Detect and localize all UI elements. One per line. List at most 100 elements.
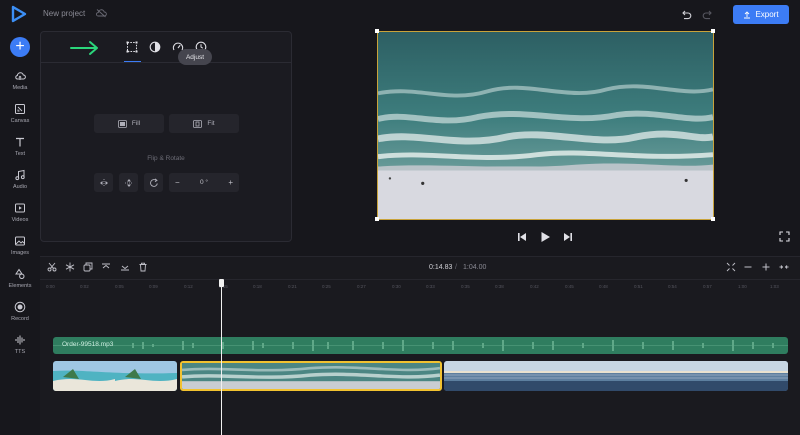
current-time: 0:14.83 bbox=[429, 264, 453, 271]
flip-vertical-icon bbox=[124, 178, 133, 187]
fit-timeline-icon[interactable] bbox=[726, 262, 736, 272]
sidebar-label: Audio bbox=[12, 184, 28, 190]
rotation-stepper[interactable]: − 0 ° + bbox=[169, 173, 239, 192]
shapes-icon bbox=[15, 268, 25, 280]
sidebar-label: TTS bbox=[14, 349, 26, 355]
fit-icon bbox=[193, 119, 203, 128]
split-scissors-icon[interactable] bbox=[47, 262, 57, 272]
record-icon bbox=[14, 301, 26, 313]
panel-divider bbox=[41, 62, 291, 63]
adjust-icon[interactable] bbox=[149, 41, 161, 53]
sidebar-item-audio[interactable]: Audio bbox=[0, 169, 40, 199]
sidebar-label: Elements bbox=[8, 283, 32, 289]
ruler-tick: 0:38 bbox=[495, 284, 504, 289]
sidebar-label: Media bbox=[12, 85, 28, 91]
ruler-tick: 1:00 bbox=[738, 284, 747, 289]
ruler-tick: 0:00 bbox=[46, 284, 55, 289]
video-icon bbox=[15, 203, 25, 213]
sidebar-item-media[interactable]: Media bbox=[0, 70, 40, 100]
arrow-right-icon bbox=[70, 41, 98, 55]
flip-horizontal-button[interactable] bbox=[94, 173, 113, 192]
cloud-sync-icon bbox=[96, 9, 107, 18]
preview-frame bbox=[378, 32, 713, 219]
ruler-tick: 0:21 bbox=[288, 284, 297, 289]
zoom-out-icon[interactable] bbox=[743, 262, 753, 272]
trash-icon[interactable] bbox=[138, 262, 148, 272]
resize-handle-top-right[interactable] bbox=[711, 29, 715, 33]
skip-forward-icon[interactable] bbox=[562, 231, 574, 243]
video-preview[interactable] bbox=[377, 31, 714, 220]
total-time: 1:04.00 bbox=[463, 264, 487, 271]
audio-clip-name: Order-99518.mp3 bbox=[62, 341, 114, 348]
fullscreen-icon[interactable] bbox=[779, 231, 790, 242]
move-down-icon[interactable] bbox=[120, 262, 130, 272]
playhead-handle[interactable] bbox=[219, 279, 224, 287]
ruler-tick: 0:30 bbox=[392, 284, 401, 289]
sidebar-item-images[interactable]: Images bbox=[0, 235, 40, 265]
audio-waveform bbox=[53, 340, 788, 351]
rotation-increase-button[interactable]: + bbox=[228, 178, 233, 187]
ruler-tick: 0:09 bbox=[149, 284, 158, 289]
flip-rotate-title: Flip & Rotate bbox=[147, 155, 185, 162]
ruler-tick: 0:51 bbox=[634, 284, 643, 289]
ruler-tick: 0:35 bbox=[461, 284, 470, 289]
ruler-tick: 0:25 bbox=[322, 284, 331, 289]
text-icon bbox=[16, 137, 24, 147]
freeze-snowflake-icon[interactable] bbox=[65, 262, 75, 272]
adjust-tooltip: Adjust bbox=[178, 49, 212, 65]
properties-panel: Fill Fit Flip & Rotate − 0 ° + Adjust bbox=[40, 31, 292, 242]
zoom-in-icon[interactable] bbox=[761, 262, 771, 272]
rotation-decrease-button[interactable]: − bbox=[175, 178, 180, 187]
ruler-tick: 0:48 bbox=[599, 284, 608, 289]
video-clip-2-selected[interactable] bbox=[180, 361, 442, 391]
sidebar: + Media Canvas Text Audio Videos Images … bbox=[0, 30, 40, 435]
fill-icon bbox=[117, 119, 127, 128]
audio-clip[interactable]: Order-99518.mp3 bbox=[53, 337, 788, 354]
fit-button[interactable]: Fit bbox=[169, 114, 239, 133]
rotate-button[interactable] bbox=[144, 173, 163, 192]
skip-back-icon[interactable] bbox=[516, 231, 528, 243]
video-clip-1[interactable] bbox=[53, 361, 177, 391]
play-icon[interactable] bbox=[539, 231, 551, 243]
fill-button[interactable]: Fill bbox=[94, 114, 164, 133]
app-logo-icon[interactable] bbox=[10, 5, 28, 23]
sidebar-label: Videos bbox=[11, 217, 29, 223]
rotation-value[interactable]: 0 ° bbox=[200, 179, 208, 186]
duplicate-icon[interactable] bbox=[83, 262, 93, 272]
ruler-tick: 1:03 bbox=[770, 284, 779, 289]
ruler-tick: 0:18 bbox=[253, 284, 262, 289]
crop-transform-icon[interactable] bbox=[126, 41, 138, 53]
project-name[interactable]: New project bbox=[43, 9, 85, 18]
clip-thumbnails bbox=[53, 361, 177, 391]
sidebar-item-record[interactable]: Record bbox=[0, 301, 40, 331]
sidebar-item-videos[interactable]: Videos bbox=[0, 202, 40, 232]
playhead[interactable] bbox=[221, 280, 222, 435]
export-button[interactable]: Export bbox=[733, 5, 789, 24]
canvas-icon bbox=[15, 104, 25, 114]
ruler-tick: 0:12 bbox=[184, 284, 193, 289]
ruler-tick: 0:33 bbox=[426, 284, 435, 289]
ruler-tick: 0:57 bbox=[703, 284, 712, 289]
resize-handle-bottom-left[interactable] bbox=[375, 217, 379, 221]
ruler-tick: 0:54 bbox=[668, 284, 677, 289]
move-up-icon[interactable] bbox=[101, 262, 111, 272]
sidebar-item-elements[interactable]: Elements bbox=[0, 268, 40, 298]
expand-timeline-icon[interactable] bbox=[779, 262, 789, 272]
sidebar-label: Canvas bbox=[10, 118, 30, 124]
resize-handle-bottom-right[interactable] bbox=[711, 217, 715, 221]
sidebar-item-tts[interactable]: TTS bbox=[0, 334, 40, 364]
video-editor: New project Export + Media Canvas Text A… bbox=[0, 0, 800, 435]
add-media-button[interactable]: + bbox=[10, 37, 30, 57]
redo-icon[interactable] bbox=[702, 9, 714, 21]
sidebar-item-canvas[interactable]: Canvas bbox=[0, 103, 40, 133]
image-icon bbox=[15, 236, 25, 246]
resize-handle-top-left[interactable] bbox=[375, 29, 379, 33]
sidebar-label: Images bbox=[10, 250, 30, 256]
sidebar-item-text[interactable]: Text bbox=[0, 136, 40, 166]
ruler-tick: 0:05 bbox=[115, 284, 124, 289]
video-clip-3[interactable] bbox=[444, 361, 788, 391]
ruler-tick: 0:45 bbox=[565, 284, 574, 289]
flip-vertical-button[interactable] bbox=[119, 173, 138, 192]
undo-icon[interactable] bbox=[680, 9, 692, 21]
upload-icon bbox=[744, 10, 751, 18]
